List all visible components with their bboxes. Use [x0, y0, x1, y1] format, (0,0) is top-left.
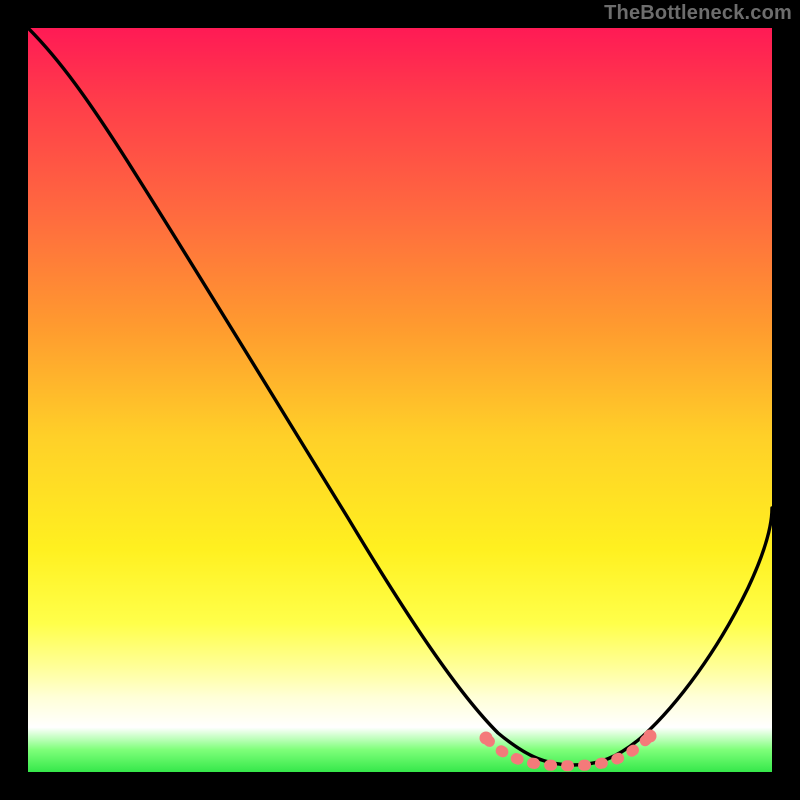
plot-area	[28, 28, 772, 772]
chart-frame: TheBottleneck.com	[0, 0, 800, 800]
highlight-end-dot	[644, 730, 657, 743]
curve-layer	[28, 28, 772, 772]
bottleneck-curve	[28, 28, 772, 765]
watermark-text: TheBottleneck.com	[604, 2, 792, 25]
highlight-start-dot	[480, 732, 493, 745]
